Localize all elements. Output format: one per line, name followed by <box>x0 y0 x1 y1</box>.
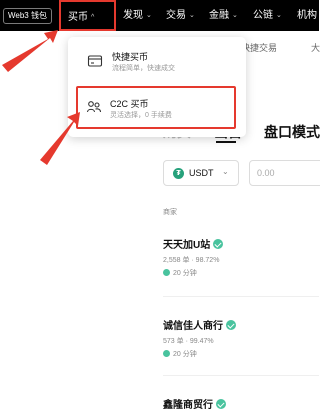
verified-badge-icon <box>226 320 236 330</box>
clock-icon <box>163 350 170 357</box>
card-icon <box>87 55 103 67</box>
merchant-pay-time: 20 分钟 <box>173 351 197 358</box>
nav-buy-crypto[interactable]: 买币 ^ <box>59 0 116 31</box>
menu-item-subtitle: 灵活选择，0 手续费 <box>110 112 172 119</box>
nav-trade-label: 交易 <box>166 10 186 21</box>
chevron-down-icon: ⌄ <box>222 167 229 176</box>
merchant-pay-time: 20 分钟 <box>173 270 197 277</box>
nav-discover[interactable]: 发现 ⌄ <box>123 0 152 31</box>
merchant-name: 诚信佳人商行 <box>163 321 223 332</box>
nav-trade[interactable]: 交易 ⌄ <box>166 0 195 31</box>
top-nav-bar: Web3 钱包 买币 ^ 发现 ⌄ 交易 ⌄ 金融 ⌄ 公链 ⌄ 机构 <box>0 0 319 31</box>
people-icon <box>86 101 102 113</box>
buy-crypto-dropdown: 快捷买币 流程简单，快速成交 C2C 买币 灵活选择，0 手续费 <box>68 37 246 137</box>
usdt-icon: ₮ <box>173 168 184 179</box>
nav-finance-label: 金融 <box>209 10 229 21</box>
nav-chain-label: 公链 <box>253 10 273 21</box>
menu-item-title: 快捷买币 <box>112 52 149 62</box>
menu-item-subtitle: 流程简单，快速成交 <box>112 65 175 72</box>
clock-icon <box>163 269 170 276</box>
nav-institutional[interactable]: 机构 <box>297 0 317 31</box>
chevron-down-icon: ⌄ <box>146 12 152 19</box>
subtab-more[interactable]: 大 <box>311 41 320 54</box>
menu-item-title: C2C 买币 <box>110 99 149 109</box>
chevron-down-icon: ⌄ <box>232 12 238 19</box>
merchant-name: 天天加U站 <box>163 240 211 251</box>
subtab-quick-trade[interactable]: 快捷交易 <box>241 41 277 54</box>
merchant-row[interactable]: 诚信佳人商行 573 单 · 99.47% 20 分钟 <box>163 317 313 359</box>
coin-select[interactable]: ₮ USDT ⌄ <box>163 160 239 186</box>
chevron-down-icon: ⌄ <box>189 12 195 19</box>
web3-wallet-button[interactable]: Web3 钱包 <box>3 8 52 24</box>
menu-item-c2c-buy[interactable]: C2C 买币 灵活选择，0 手续费 <box>76 86 236 129</box>
merchant-stats: 573 单 · 99.47% <box>163 338 214 345</box>
chevron-down-icon: ⌄ <box>276 12 282 19</box>
divider <box>163 375 319 376</box>
nav-chain[interactable]: 公链 ⌄ <box>253 0 282 31</box>
merchant-row[interactable]: 天天加U站 2,558 单 · 98.72% 20 分钟 <box>163 236 313 278</box>
coin-select-label: USDT <box>189 168 214 178</box>
menu-item-quick-buy[interactable]: 快捷买币 流程简单，快速成交 <box>78 44 234 82</box>
nav-institutional-label: 机构 <box>297 10 317 21</box>
chevron-up-icon: ^ <box>91 14 95 21</box>
merchant-name: 鑫隆商贸行 <box>163 400 213 411</box>
divider <box>163 296 319 297</box>
nav-finance[interactable]: 金融 ⌄ <box>209 0 238 31</box>
nav-buy-crypto-label: 买币 <box>68 12 88 23</box>
merchant-column-header: 商家 <box>163 209 177 216</box>
active-tab-underline <box>216 141 236 143</box>
nav-discover-label: 发现 <box>123 10 143 21</box>
tab-orderbook-mode[interactable]: 盘口模式 <box>264 122 320 142</box>
merchant-stats: 2,558 单 · 98.72% <box>163 257 220 264</box>
amount-input[interactable]: 0.00 <box>249 160 320 186</box>
annotation-arrow-top <box>2 30 58 72</box>
merchant-row[interactable]: 鑫隆商贸行 <box>163 396 313 411</box>
verified-badge-icon <box>213 239 224 249</box>
verified-badge-icon <box>216 399 226 409</box>
